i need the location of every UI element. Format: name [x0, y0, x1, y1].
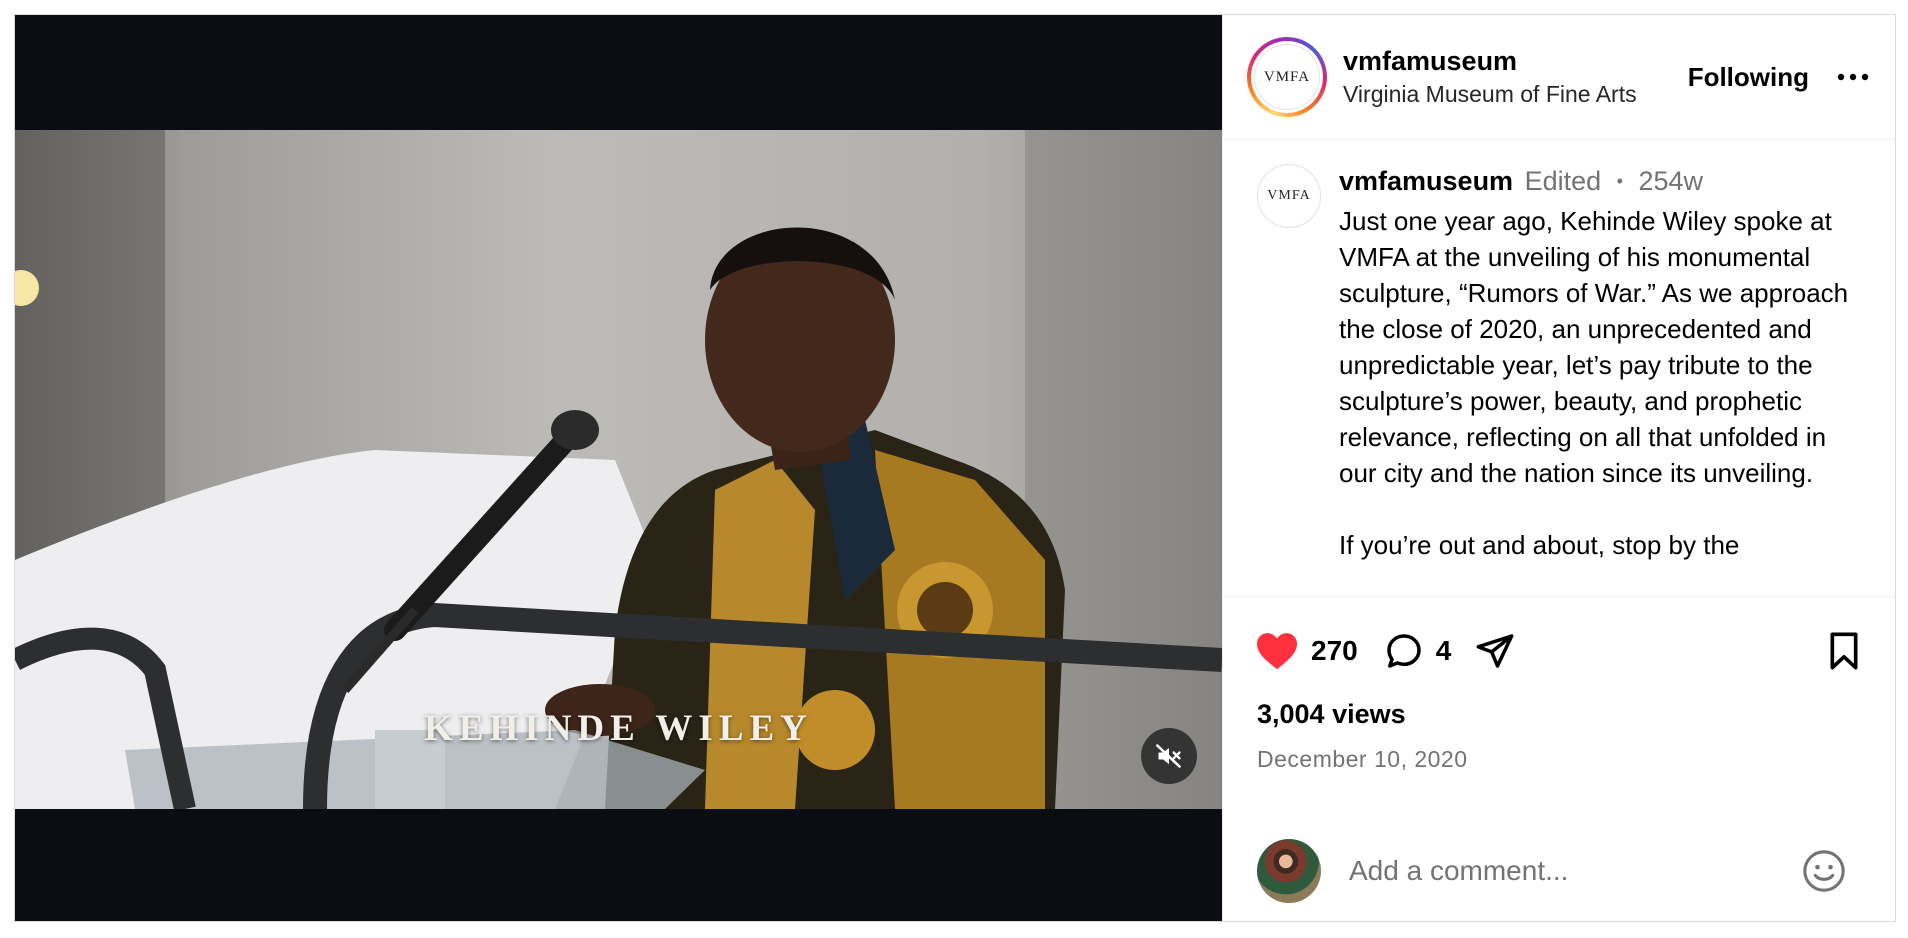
post-side-panel: VMFA vmfamuseum Virginia Museum of Fine …	[1222, 15, 1895, 921]
like-button[interactable]: 270	[1255, 631, 1358, 671]
heart-filled-icon	[1257, 633, 1297, 670]
comment-button[interactable]: 4	[1384, 631, 1452, 671]
following-button[interactable]: Following	[1688, 62, 1833, 93]
more-options-button[interactable]	[1833, 57, 1873, 97]
save-button[interactable]	[1827, 631, 1861, 671]
caption-comment: VMFA vmfamuseum Edited • 254w Just one y…	[1223, 140, 1895, 563]
comment-count[interactable]: 4	[1436, 635, 1452, 667]
mute-toggle-button[interactable]	[1141, 728, 1197, 784]
caption-avatar[interactable]: VMFA	[1257, 164, 1321, 228]
header-subtitle[interactable]: Virginia Museum of Fine Arts	[1343, 79, 1637, 109]
video-caption-overlay: KEHINDE WILEY	[424, 708, 813, 749]
video-player[interactable]: KEHINDE WILEY	[15, 15, 1222, 921]
story-avatar[interactable]: VMFA	[1247, 37, 1327, 117]
emoji-button[interactable]	[1801, 848, 1847, 894]
post-dialog: KEHINDE WILEY VMFA vmfamuseum Virginia M…	[14, 14, 1896, 922]
caption-meta: vmfamuseum Edited • 254w	[1339, 164, 1869, 201]
bookmark-icon	[1830, 632, 1858, 670]
comment-input[interactable]	[1347, 854, 1801, 888]
current-user-avatar[interactable]	[1257, 839, 1321, 903]
view-count[interactable]: 3,004 views	[1223, 699, 1895, 730]
comment-bubble-icon	[1386, 634, 1421, 668]
ellipsis-icon	[1837, 73, 1869, 81]
edited-label: Edited	[1524, 166, 1602, 196]
post-date[interactable]: December 10, 2020	[1223, 746, 1895, 773]
video-frame[interactable]: KEHINDE WILEY	[15, 130, 1222, 809]
add-comment-bar	[1223, 821, 1895, 921]
meta-separator: •	[1616, 171, 1623, 191]
caption-body: vmfamuseum Edited • 254w Just one year a…	[1339, 164, 1869, 563]
vmfa-logo: VMFA	[1254, 44, 1320, 110]
speaker-muted-icon	[1156, 744, 1181, 768]
header-text: vmfamuseum Virginia Museum of Fine Arts	[1343, 45, 1637, 109]
caption-scroll-area[interactable]: VMFA vmfamuseum Edited • 254w Just one y…	[1223, 140, 1895, 597]
action-bar: 270 4	[1223, 597, 1895, 705]
caption-text: Just one year ago, Kehinde Wiley spoke a…	[1339, 206, 1849, 560]
post-time-ago[interactable]: 254w	[1639, 166, 1704, 196]
post-header: VMFA vmfamuseum Virginia Museum of Fine …	[1223, 15, 1895, 140]
caption-username[interactable]: vmfamuseum	[1339, 166, 1513, 196]
share-button[interactable]	[1475, 631, 1515, 671]
smiley-icon	[1803, 850, 1845, 892]
like-count[interactable]: 270	[1311, 635, 1358, 667]
header-username[interactable]: vmfamuseum	[1343, 45, 1637, 77]
paper-plane-icon	[1476, 634, 1514, 668]
avatar-frame: VMFA	[1251, 41, 1323, 113]
